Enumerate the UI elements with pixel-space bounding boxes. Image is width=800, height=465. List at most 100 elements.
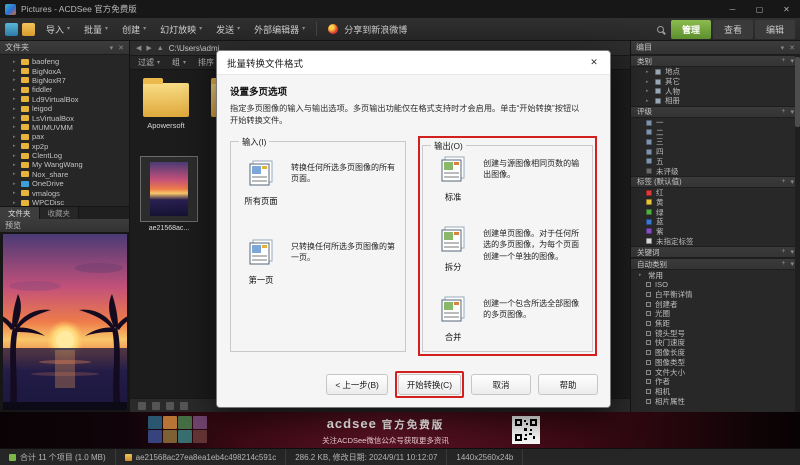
toolbar-menu[interactable]: 发送 ▾ [209,20,247,39]
expand-icon[interactable]: ▸ [13,106,18,112]
checkbox-icon[interactable] [646,311,651,316]
expand-icon[interactable]: ▸ [13,143,18,149]
add-icon[interactable]: + [781,178,785,186]
toolbar-menu[interactable]: 幻灯放映 ▾ [153,20,209,39]
folder-tree-item[interactable]: ▸ BigNoxA [0,66,129,75]
expand-icon[interactable]: ▸ [13,124,18,130]
collapse-icon[interactable]: ▾ [790,178,794,186]
help-button[interactable]: 帮助 [538,374,598,395]
folder-tree-item[interactable]: ▸ ClentLog [0,151,129,160]
folder-tree-item[interactable]: ▸ leigod [0,104,129,113]
search-icon[interactable] [657,26,664,33]
add-icon[interactable]: + [781,260,785,268]
folder-tree-item[interactable]: ▸ fiddler [0,85,129,94]
folder-tree-item[interactable]: ▸ Nox_share [0,170,129,179]
collapse-icon[interactable]: ▾ [790,260,794,268]
category-item[interactable]: ▸ 人物 [631,86,800,96]
toolbar-menu[interactable]: 外部编辑器 ▾ [247,20,312,39]
output-option[interactable]: 合并 创建一个包含所选全部图像的多页图像。 [431,296,584,343]
details-icon[interactable] [166,402,174,410]
collapse-icon[interactable]: ▾ [790,108,794,116]
section-categories[interactable]: 类别 +▾ [631,55,800,67]
category-item[interactable]: ▸ 其它 [631,77,800,87]
tab-edit[interactable]: 编辑 [755,20,795,39]
pin-icon[interactable]: ▾ [110,44,114,52]
expand-icon[interactable]: ▸ [639,272,644,278]
checkbox-icon[interactable] [646,360,651,365]
thumbnails-icon[interactable] [152,402,160,410]
expand-icon[interactable]: ▸ [13,153,18,159]
close-button[interactable]: ✕ [773,0,800,18]
expand-icon[interactable]: ▸ [13,162,18,168]
maximize-button[interactable]: ▢ [746,0,773,18]
scrollbar-thumb[interactable] [795,57,800,127]
auto-category-group[interactable]: ▸ 常用 [631,270,800,280]
auto-category-item[interactable]: 相片属性 [631,396,800,406]
category-item[interactable]: ▸ 相册 [631,96,800,106]
expand-icon[interactable]: ▸ [13,115,18,121]
section-keywords[interactable]: 关键词 +▾ [631,246,800,258]
folder-tree-item[interactable]: ▸ MUMUVMM [0,123,129,132]
add-icon[interactable]: + [781,108,785,116]
output-option[interactable]: 拆分 创建单页图像。对于任何所选的多页图像，为每个页面创建一个单独的图像。 [431,226,584,273]
collapse-icon[interactable]: ▾ [790,248,794,256]
add-icon[interactable]: + [781,57,785,65]
output-option[interactable]: 标准 创建与源图像相同页数的输出图像。 [431,156,584,203]
rating-item[interactable]: 未评级 [631,166,800,176]
close-panel-icon[interactable]: ✕ [118,44,124,52]
filter-menu[interactable]: 组 ▾ [172,57,186,68]
section-labels[interactable]: 标签 (默认值) +▾ [631,176,800,188]
pin-icon[interactable]: ▾ [781,44,785,52]
collapse-icon[interactable]: ▾ [790,57,794,65]
view-mode-icon[interactable] [138,402,146,410]
expand-icon[interactable]: ▸ [13,77,18,83]
tab-view[interactable]: 查看 [713,20,753,39]
breadcrumb[interactable]: C:\Users\admi [169,44,220,53]
input-option[interactable]: 第一页 只转换任何所选多页图像的第一页。 [239,239,397,286]
add-icon[interactable]: + [781,248,785,256]
toolbar-menu[interactable]: 批量 ▾ [77,20,115,39]
expand-icon[interactable]: ▸ [646,98,651,104]
section-ratings[interactable]: 评级 +▾ [631,106,800,118]
expand-icon[interactable]: ▸ [646,88,651,94]
tab-manage[interactable]: 管理 [671,20,711,39]
checkbox-icon[interactable] [646,282,651,287]
back-icon[interactable]: ◀ [136,44,141,52]
folder-tree-item[interactable]: ▸ vmalogs [0,188,129,197]
expand-icon[interactable]: ▸ [646,79,651,85]
folder-tree-item[interactable]: ▸ OneDrive [0,179,129,188]
folder-tree-item[interactable]: ▸ LsVirtualBox [0,113,129,122]
input-option[interactable]: 所有页面 转换任何所选多页图像的所有页面。 [239,160,397,207]
expand-icon[interactable]: ▸ [13,59,18,65]
folder-item[interactable]: Apowersoft [140,76,192,130]
expand-icon[interactable]: ▸ [13,200,18,206]
expand-icon[interactable]: ▸ [13,68,18,74]
filter-menu[interactable]: 过滤 ▾ [138,57,160,68]
forward-icon[interactable]: ▶ [146,44,151,52]
checkbox-icon[interactable] [646,399,651,404]
folder-tree-item[interactable]: ▸ WPCDisc [0,198,129,206]
expand-icon[interactable]: ▸ [646,69,651,75]
checkbox-icon[interactable] [646,321,651,326]
checkbox-icon[interactable] [646,292,651,297]
tab-folders[interactable]: 文件夹 [0,207,40,219]
image-item-selected[interactable]: ae21568ac... [140,156,200,232]
promo-banner[interactable]: acdsee官方免费版 关注ACDSee微信公众号获取更多资讯 [0,412,800,448]
color-label-item[interactable]: 未指定标签 [631,236,800,246]
back-button[interactable]: < 上一步(B) [326,374,388,395]
toolbar-menu[interactable]: 导入 ▾ [39,20,77,39]
start-convert-button[interactable]: 开始转换(C) [398,374,461,395]
folder-tree-item[interactable]: ▸ baofeng [0,57,129,66]
checkbox-icon[interactable] [646,350,651,355]
checkbox-icon[interactable] [646,389,651,394]
expand-icon[interactable]: ▸ [13,181,18,187]
checkbox-icon[interactable] [646,370,651,375]
checkbox-icon[interactable] [646,340,651,345]
tab-favorites[interactable]: 收藏夹 [40,207,80,219]
close-panel-icon[interactable]: ✕ [789,44,795,52]
expand-icon[interactable]: ▸ [13,171,18,177]
share-weibo-button[interactable]: 分享到新浪微博 [321,20,414,39]
checkbox-icon[interactable] [646,302,651,307]
folder-tree-item[interactable]: ▸ xp2p [0,142,129,151]
new-folder-icon[interactable] [22,23,35,36]
